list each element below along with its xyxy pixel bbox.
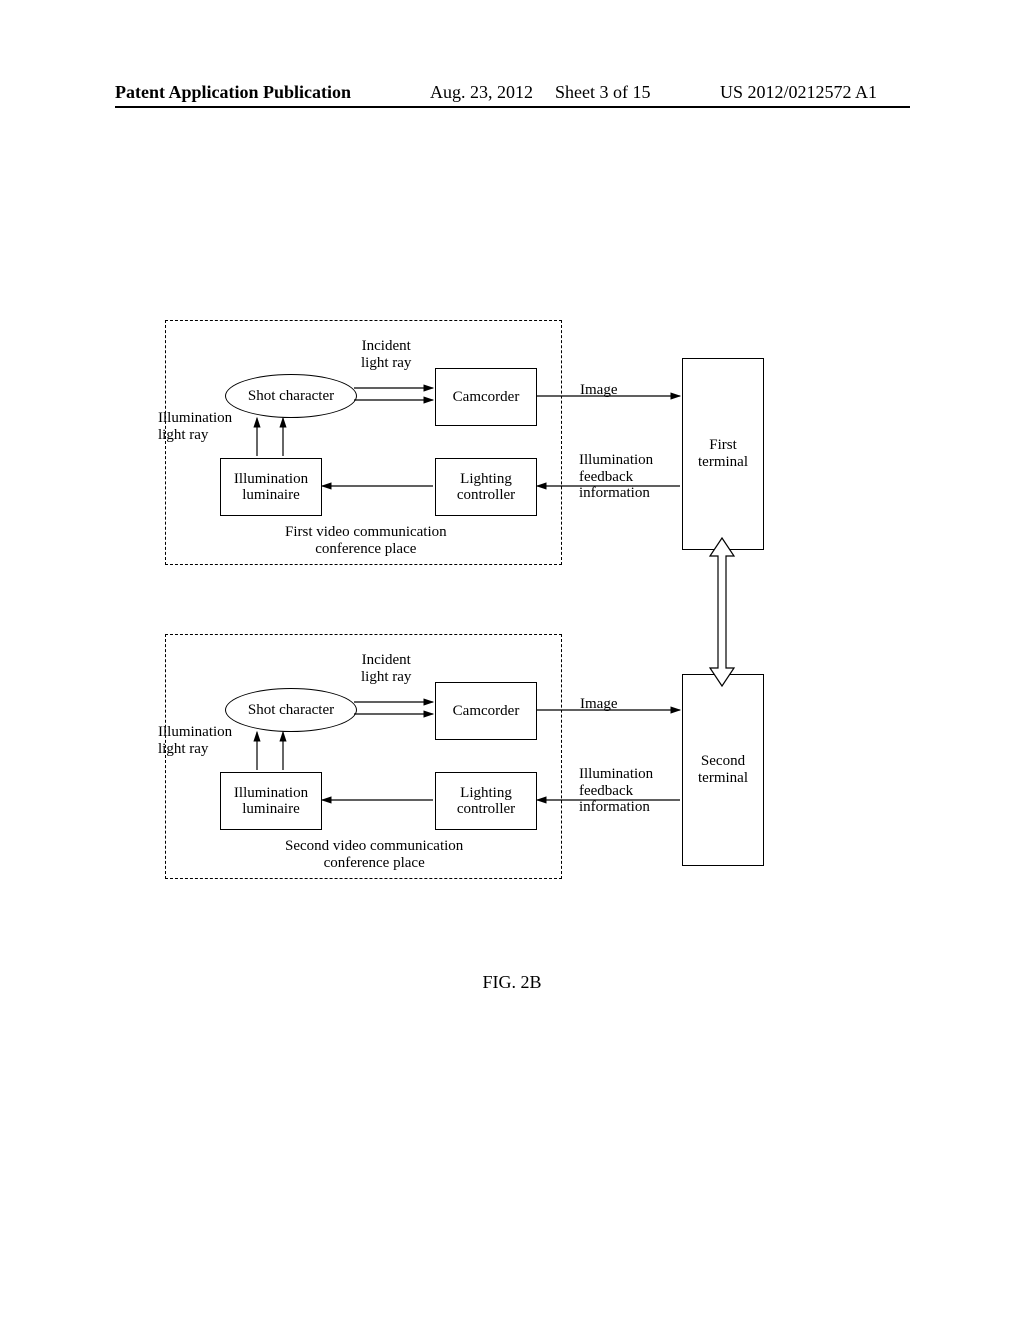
shot-character-top: Shot character: [225, 374, 357, 418]
first-terminal-label: First terminal: [698, 437, 748, 471]
luminaire-bot: Illumination luminaire: [220, 772, 322, 830]
lighting-controller-label-bot: Lighting controller: [457, 785, 515, 818]
terminal-link-icon: [710, 538, 734, 686]
camcorder-top: Camcorder: [435, 368, 537, 426]
header-pubno: US 2012/0212572 A1: [720, 82, 877, 103]
feedback-label-top: Illumination feedback information: [579, 452, 653, 502]
image-label-top: Image: [580, 382, 617, 399]
luminaire-top: Illumination luminaire: [220, 458, 322, 516]
lighting-controller-bot: Lighting controller: [435, 772, 537, 830]
image-label-bot: Image: [580, 696, 617, 713]
page: Patent Application Publication Aug. 23, …: [0, 0, 1024, 1320]
first-conf-label: First video communication conference pla…: [285, 524, 447, 557]
lighting-controller-label-top: Lighting controller: [457, 471, 515, 504]
header-rule: [115, 106, 910, 108]
luminaire-label-bot: Illumination luminaire: [234, 785, 308, 818]
shot-character-label-bot: Shot character: [248, 702, 334, 719]
header-date: Aug. 23, 2012: [430, 82, 533, 103]
camcorder-bot: Camcorder: [435, 682, 537, 740]
incident-light-label-bot: Incident light ray: [361, 652, 411, 685]
camcorder-label-bot: Camcorder: [453, 703, 520, 720]
illumination-light-label-top: Illumination light ray: [158, 410, 232, 443]
header-sheet: Sheet 3 of 15: [555, 82, 650, 103]
second-terminal-label: Second terminal: [698, 753, 748, 787]
camcorder-label-top: Camcorder: [453, 389, 520, 406]
second-conf-label: Second video communication conference pl…: [285, 838, 463, 871]
first-terminal: First terminal: [682, 358, 764, 550]
second-terminal: Second terminal: [682, 674, 764, 866]
incident-light-label-top: Incident light ray: [361, 338, 411, 371]
shot-character-bot: Shot character: [225, 688, 357, 732]
header-publication: Patent Application Publication: [115, 82, 351, 103]
luminaire-label-top: Illumination luminaire: [234, 471, 308, 504]
figure-caption: FIG. 2B: [0, 972, 1024, 993]
feedback-label-bot: Illumination feedback information: [579, 766, 653, 816]
shot-character-label-top: Shot character: [248, 388, 334, 405]
illumination-light-label-bot: Illumination light ray: [158, 724, 232, 757]
lighting-controller-top: Lighting controller: [435, 458, 537, 516]
